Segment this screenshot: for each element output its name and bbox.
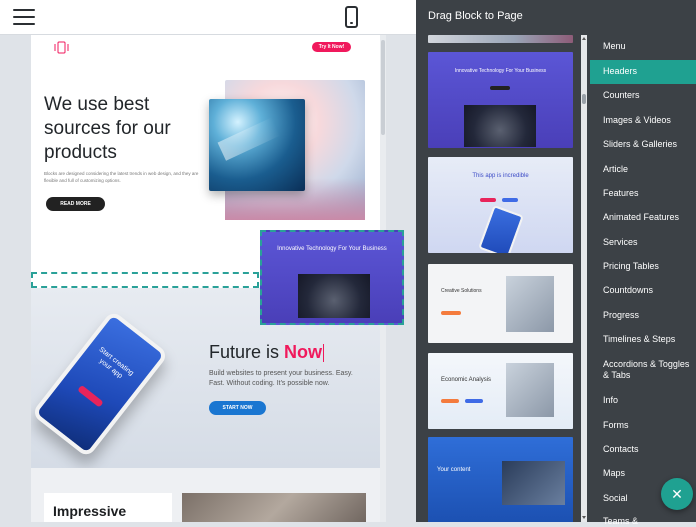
future-highlight: Now: [284, 342, 323, 362]
phone-mockup-text: Start creating your app: [97, 346, 135, 380]
future-headline: Future is Now: [209, 342, 325, 363]
ice-image: [209, 99, 305, 191]
category-info[interactable]: Info: [590, 395, 696, 406]
block-thumbnail-title: Innovative Technology For Your Business: [454, 68, 547, 74]
block-thumbnail-button: [441, 399, 459, 403]
panel-scroll-thumb[interactable]: [582, 94, 586, 104]
scroll-up-arrow-icon[interactable]: [582, 37, 586, 40]
text-cursor: [323, 344, 325, 363]
block-thumbnail-title: Economic Analysis: [441, 377, 492, 383]
panel-scrollbar[interactable]: [581, 35, 587, 522]
block-thumbnail-button: [490, 86, 510, 90]
laptop-photo: [502, 461, 565, 505]
category-services[interactable]: Services: [590, 237, 696, 248]
category-progress[interactable]: Progress: [590, 310, 696, 321]
block-thumbnail-title: This app is incredible: [472, 173, 529, 179]
block-thumbnail[interactable]: Your content: [428, 437, 573, 522]
dragging-block[interactable]: Innovative Technology For Your Business: [260, 230, 404, 325]
category-images-videos[interactable]: Images & Videos: [590, 115, 696, 126]
editor-toolbar: [0, 0, 416, 35]
category-counters[interactable]: Counters: [590, 90, 696, 101]
laptop-photo: [182, 493, 366, 522]
smartwatch-image: [464, 105, 536, 147]
impressive-heading: Impressive: [53, 503, 127, 519]
category-timelines-steps[interactable]: Timelines & Steps: [590, 334, 696, 345]
start-now-button[interactable]: START NOW: [209, 401, 266, 415]
block-thumbnail[interactable]: Creative Solutions: [428, 264, 573, 343]
category-countdowns[interactable]: Countdowns: [590, 285, 696, 296]
scroll-down-arrow-icon[interactable]: [582, 516, 586, 519]
category-features[interactable]: Features: [590, 188, 696, 199]
future-subtext: Build websites to present your business.…: [209, 370, 353, 387]
category-animated-features[interactable]: Animated Features: [590, 212, 696, 223]
category-accordions-toggles-tabs[interactable]: Accordions & Toggles & Tabs: [590, 359, 690, 381]
laptop-photo: [506, 363, 554, 417]
block-thumbnail-button: [465, 399, 483, 403]
read-more-button[interactable]: READ MORE: [46, 197, 105, 211]
phone-mockup-button: [77, 384, 104, 408]
phone-mockup-image: Start creating your app: [31, 309, 170, 459]
category-headers[interactable]: Headers: [590, 60, 696, 84]
mobile-phone-icon[interactable]: [345, 6, 358, 28]
smartwatch-image: [298, 274, 370, 318]
panel-title: Drag Block to Page: [428, 10, 523, 22]
canvas-scroll-thumb[interactable]: [381, 40, 385, 135]
hero-subtext: Blocks are designed considering the late…: [44, 171, 199, 183]
close-icon[interactable]: ✕: [661, 478, 693, 510]
blocks-panel: Drag Block to Page Innovative Technology…: [416, 0, 696, 526]
block-thumbnail[interactable]: This app is incredible: [428, 157, 573, 253]
block-thumbnails: Innovative Technology For Your Business …: [416, 35, 586, 522]
phone-mockup-image: [478, 204, 524, 253]
category-menu[interactable]: Menu: [590, 41, 696, 54]
category-forms[interactable]: Forms: [590, 420, 696, 431]
category-article[interactable]: Article: [590, 164, 696, 175]
block-thumbnail[interactable]: Innovative Technology For Your Business: [428, 52, 573, 148]
block-thumbnail-button: [441, 311, 461, 315]
dragging-block-title: Innovative Technology For Your Business: [277, 246, 387, 252]
hero-headline: We use best sources for our products: [44, 94, 171, 163]
category-pricing-tables[interactable]: Pricing Tables: [590, 261, 696, 272]
block-thumbnail-button: [480, 198, 496, 202]
laptop-photo: [506, 276, 554, 332]
category-list: Menu Headers Counters Images & Videos Sl…: [590, 35, 696, 526]
phone-vibrate-icon: [54, 41, 69, 54]
category-contacts[interactable]: Contacts: [590, 444, 696, 455]
block-thumbnail[interactable]: [428, 35, 573, 43]
try-it-now-button[interactable]: Try It Now!: [312, 42, 351, 52]
block-thumbnail-title: Creative Solutions: [441, 288, 482, 294]
category-sliders-galleries[interactable]: Sliders & Galleries: [590, 139, 696, 150]
block-thumbnail-title: Your content: [437, 467, 471, 473]
future-prefix: Future is: [209, 342, 285, 362]
drop-zone-indicator: [31, 272, 259, 288]
block-thumbnail[interactable]: Economic Analysis: [428, 353, 573, 429]
hamburger-icon[interactable]: [13, 9, 35, 25]
block-thumbnail-button: [502, 198, 518, 202]
